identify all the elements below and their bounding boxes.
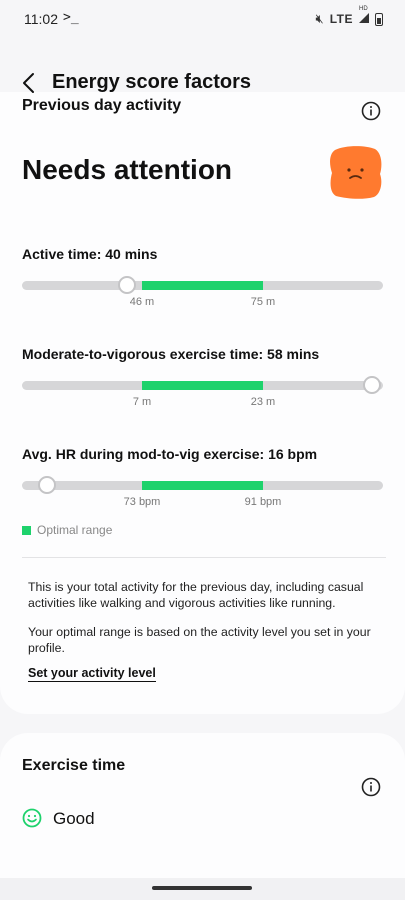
range-min-label: 73 bpm xyxy=(123,496,161,508)
description-paragraph: Your optimal range is based on the activ… xyxy=(28,625,371,655)
legend: Optimal range xyxy=(22,523,112,537)
exercise-title: Exercise time xyxy=(22,757,126,774)
info-icon[interactable] xyxy=(361,777,381,797)
range-min-label: 7 m xyxy=(132,396,152,408)
metric-track-avg-hr xyxy=(22,476,383,494)
range-max-label: 91 bpm xyxy=(244,496,282,508)
optimal-range-bar xyxy=(141,381,263,390)
activity-card: Previous day activity Needs attention Ac… xyxy=(0,92,405,714)
optimal-range-bar xyxy=(141,481,263,490)
page-title: Energy score factors xyxy=(52,71,251,93)
smile-icon xyxy=(22,808,42,828)
metric-label-active-time: Active time: 40 mins xyxy=(22,246,158,262)
status-heading: Needs attention xyxy=(22,154,233,185)
mute-icon: 🔇︎ xyxy=(315,11,324,26)
divider xyxy=(22,557,386,558)
slider-thumb[interactable] xyxy=(117,276,136,294)
description-paragraph: This is your total activity for the prev… xyxy=(28,580,364,610)
back-arrow-icon xyxy=(23,73,34,93)
legend-swatch xyxy=(22,525,31,535)
home-gesture-handle[interactable] xyxy=(152,886,252,890)
status-bar: 11:02 >_ 🔇︎ LTE HD xyxy=(0,0,405,38)
legend-label: Optimal range xyxy=(37,523,113,537)
slider-thumb[interactable] xyxy=(38,476,57,494)
status-icons: 🔇︎ LTE HD xyxy=(315,6,383,27)
metric-label-avg-hr: Avg. HR during mod-to-vig exercise: 16 b… xyxy=(22,446,318,462)
metric-track-exercise-time xyxy=(22,376,383,394)
battery-icon xyxy=(375,12,383,26)
signal-icon: HD xyxy=(359,6,369,26)
optimal-range-bar xyxy=(141,281,263,290)
metric-track-active-time xyxy=(22,276,383,294)
exercise-card: Exercise time Good xyxy=(0,733,405,878)
sad-face-icon xyxy=(330,146,382,199)
navigation-bar xyxy=(0,878,405,900)
status-time: 11:02 xyxy=(24,11,58,27)
terminal-icon: >_ xyxy=(63,10,79,25)
metric-label-exercise-time: Moderate-to-vigorous exercise time: 58 m… xyxy=(22,346,320,362)
signal-badge: HD xyxy=(359,6,368,12)
set-activity-level-link[interactable]: Set your activity level xyxy=(28,666,156,682)
app-header: Energy score factors xyxy=(0,58,405,106)
range-max-label: 23 m xyxy=(250,396,276,408)
slider-thumb[interactable] xyxy=(363,376,382,394)
back-button[interactable] xyxy=(14,68,44,98)
range-max-label: 75 m xyxy=(250,296,276,308)
exercise-status: Good xyxy=(53,809,95,828)
range-min-label: 46 m xyxy=(129,296,155,308)
network-type: LTE xyxy=(329,12,353,26)
